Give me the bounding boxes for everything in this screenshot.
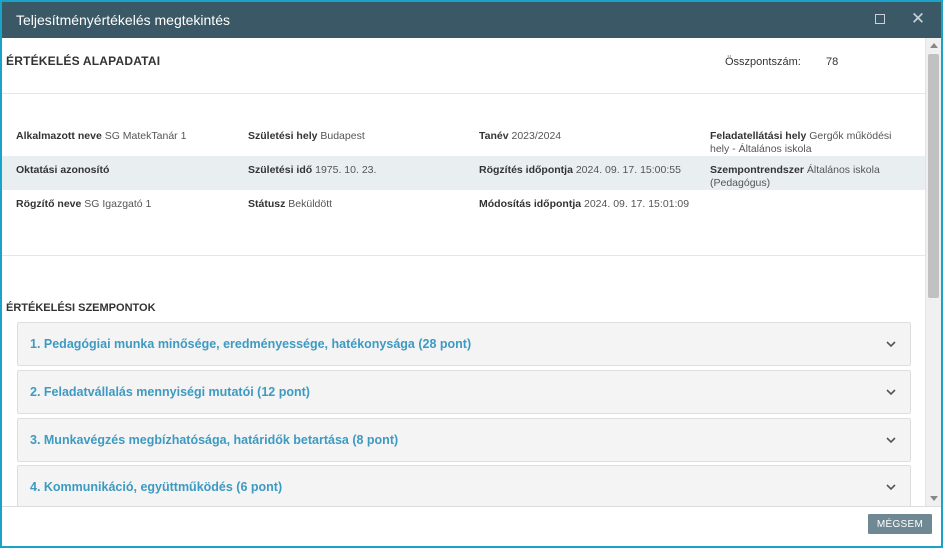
birth-date-field: Születési idő 1975. 10. 23. <box>248 164 377 176</box>
scroll-down-icon[interactable] <box>930 496 938 501</box>
total-score-label: Összpontszám: <box>725 56 801 68</box>
scroll-up-icon[interactable] <box>930 43 938 48</box>
close-icon: ✕ <box>910 9 926 28</box>
birth-place-field: Születési hely Budapest <box>248 130 365 142</box>
criteria-accordion-2[interactable]: 2. Feladatvállalás mennyiségi mutatói (1… <box>17 370 911 414</box>
chevron-down-icon <box>886 389 896 396</box>
chevron-down-icon <box>886 437 896 444</box>
divider <box>2 93 925 94</box>
employee-name-field: Alkalmazott neve SG MatekTanár 1 <box>16 130 187 142</box>
accordion-label: 4. Kommunikáció, együttműködés (6 pont) <box>30 480 283 494</box>
accordion-label: 1. Pedagógiai munka minősége, eredményes… <box>30 337 472 351</box>
recorder-name-field: Rögzítő neve SG Igazgató 1 <box>16 198 152 210</box>
criteria-heading: ÉRTÉKELÉSI SZEMPONTOK <box>6 302 156 314</box>
data-row: Alkalmazott neve SG MatekTanár 1 Születé… <box>2 122 925 156</box>
cancel-button[interactable]: MÉGSEM <box>868 514 932 534</box>
school-year-field: Tanév 2023/2024 <box>479 130 562 142</box>
maximize-button[interactable] <box>872 11 888 27</box>
maximize-icon <box>875 14 885 24</box>
criteria-accordion-4[interactable]: 4. Kommunikáció, együttműködés (6 pont) <box>17 465 911 506</box>
criteria-accordion-3[interactable]: 3. Munkavégzés megbízhatósága, határidők… <box>17 418 911 462</box>
workplace-field: Feladatellátási hely Gergők működési hel… <box>710 130 892 155</box>
recorded-time-field: Rögzítés időpontja 2024. 09. 17. 15:00:5… <box>479 164 681 176</box>
education-id-field: Oktatási azonosító <box>16 164 110 176</box>
vertical-scrollbar[interactable] <box>925 38 941 506</box>
dialog-window: Teljesítményértékelés megtekintés ✕ ÉRTÉ… <box>0 0 943 548</box>
chevron-down-icon <box>886 484 896 491</box>
dialog-footer: MÉGSEM <box>2 506 941 546</box>
title-bar: Teljesítményértékelés megtekintés ✕ <box>2 2 941 38</box>
data-row: Rögzítő neve SG Igazgató 1 Státusz Bekül… <box>2 190 925 230</box>
accordion-label: 2. Feladatvállalás mennyiségi mutatói (1… <box>30 385 310 399</box>
scrollbar-thumb[interactable] <box>928 54 939 298</box>
basic-data-heading: ÉRTÉKELÉS ALAPADATAI <box>6 54 161 68</box>
dialog-title: Teljesítményértékelés megtekintés <box>16 12 230 28</box>
divider <box>2 255 925 256</box>
modified-time-field: Módosítás időpontja 2024. 09. 17. 15:01:… <box>479 198 690 210</box>
chevron-down-icon <box>886 341 896 348</box>
dialog-content[interactable]: ÉRTÉKELÉS ALAPADATAI Összpontszám: 78 Al… <box>2 38 925 506</box>
close-button[interactable]: ✕ <box>910 9 926 28</box>
accordion-label: 3. Munkavégzés megbízhatósága, határidők… <box>30 433 399 447</box>
criteria-system-field: Szempontrendszer Általános iskola (Pedag… <box>710 164 880 189</box>
data-row: Oktatási azonosító Születési idő 1975. 1… <box>2 156 925 190</box>
total-score-value: 78 <box>826 56 839 68</box>
criteria-accordion-1[interactable]: 1. Pedagógiai munka minősége, eredményes… <box>17 322 911 366</box>
status-field: Státusz Beküldött <box>248 198 333 210</box>
basic-data-grid: Alkalmazott neve SG MatekTanár 1 Születé… <box>2 122 925 230</box>
